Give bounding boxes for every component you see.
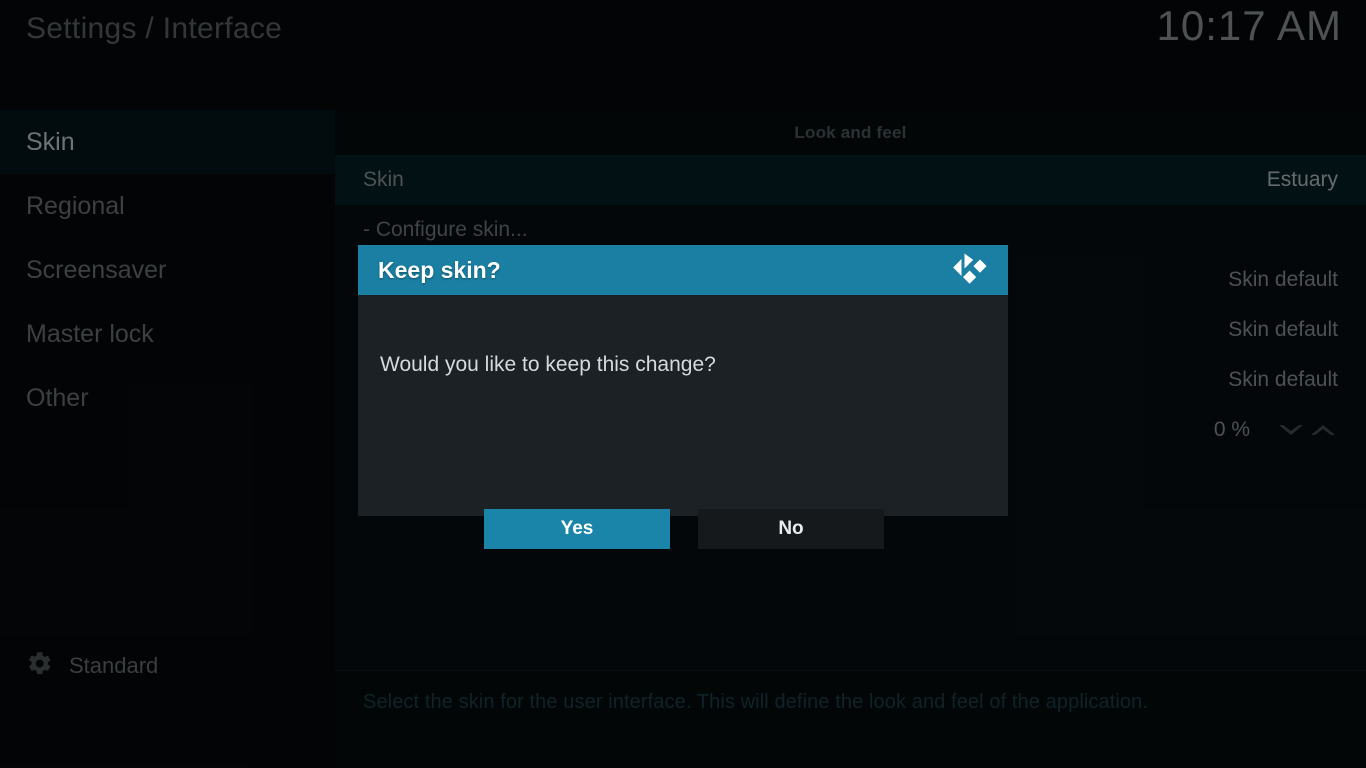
dialog-title: Keep skin? [378,256,501,283]
keep-skin-dialog: Keep skin? Would you like to keep this c… [358,245,1008,549]
dialog-button-row: Yes No [358,509,1008,549]
dialog-header: Keep skin? [358,245,1008,295]
kodi-settings-screen: Settings / Interface 10:17 AM Skin Regio… [0,0,1366,768]
no-button[interactable]: No [698,509,884,549]
kodi-logo-icon [950,250,990,291]
dialog-body: Would you like to keep this change? Yes … [358,295,1008,549]
yes-button[interactable]: Yes [484,509,670,549]
dialog-message: Would you like to keep this change? [380,353,716,376]
